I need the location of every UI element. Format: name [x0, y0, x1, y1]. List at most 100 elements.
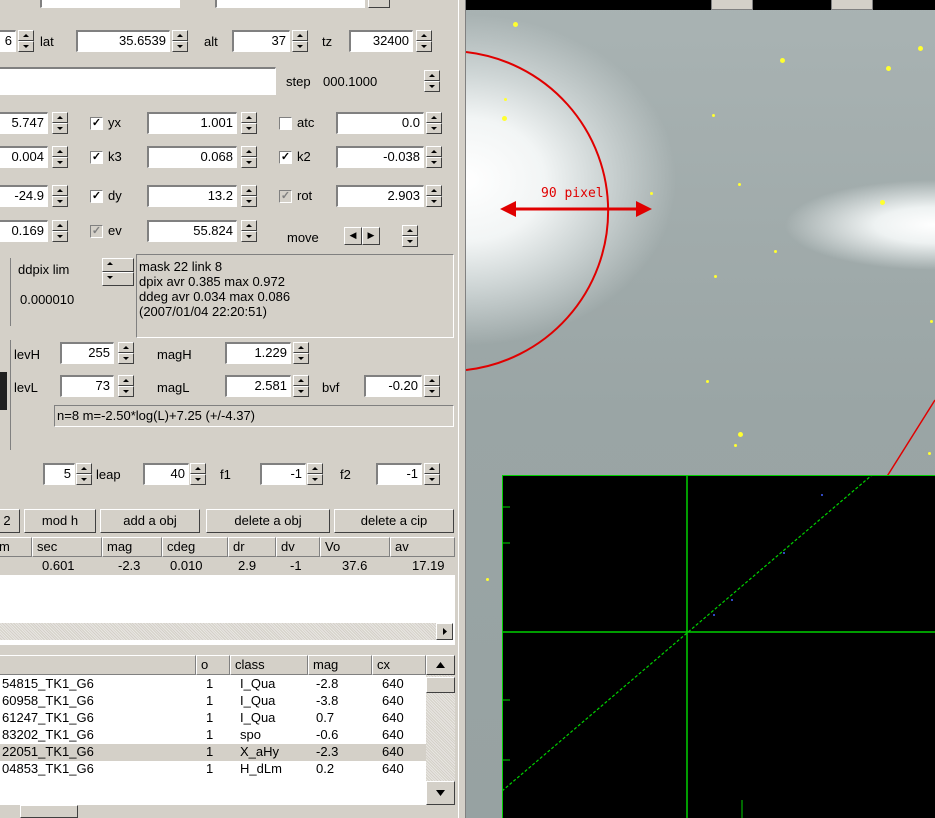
add-obj-button[interactable]: add a obj	[100, 509, 200, 533]
row1-partial-field[interactable]: 6	[0, 30, 16, 52]
match-scroll-right-button[interactable]	[436, 623, 453, 640]
atc-field[interactable]: 0.0	[336, 112, 424, 134]
match-header-m[interactable]: m	[0, 537, 32, 557]
delete-obj-button[interactable]: delete a obj	[206, 509, 330, 533]
magL-spinner[interactable]	[293, 375, 309, 397]
objects-header-o[interactable]: o	[196, 655, 230, 675]
k2-field[interactable]: -0.038	[336, 146, 424, 168]
atc-checkbox[interactable]	[279, 117, 292, 130]
object-row[interactable]: 60958_TK1_G6 1 I_Qua -3.8 640	[0, 693, 426, 710]
leap-field[interactable]: 40	[143, 463, 189, 485]
ev-spinner[interactable]	[241, 220, 257, 242]
k3-checkbox[interactable]: ✓	[90, 151, 103, 164]
dy-left-spinner[interactable]	[52, 185, 68, 207]
partial-button[interactable]: 2	[0, 509, 20, 533]
top-button[interactable]	[368, 0, 390, 8]
object-o-cell: 1	[206, 761, 214, 776]
move-left-button[interactable]: ◀	[344, 227, 362, 245]
f1-field[interactable]: -1	[260, 463, 306, 485]
k3-left-field[interactable]: 0.004	[0, 146, 48, 168]
magL-field[interactable]: 2.581	[225, 375, 291, 397]
top-field-2[interactable]	[215, 0, 365, 8]
magH-spinner[interactable]	[293, 342, 309, 364]
objects-scroll-thumb[interactable]	[426, 677, 455, 693]
move-right-button[interactable]: ▶	[362, 227, 380, 245]
bvf-field[interactable]: -0.20	[364, 375, 422, 397]
object-row[interactable]: 61247_TK1_G6 1 I_Qua 0.7 640	[0, 710, 426, 727]
objects-hscroll-thumb[interactable]	[20, 805, 78, 818]
lat-spinner[interactable]	[172, 30, 188, 52]
match-header-dv[interactable]: dv	[276, 537, 320, 557]
f2-spinner[interactable]	[424, 463, 440, 485]
rot-spinner[interactable]	[426, 185, 442, 207]
levL-spinner[interactable]	[118, 375, 134, 397]
yx-left-spinner[interactable]	[52, 112, 68, 134]
row1-partial-spinner[interactable]	[18, 30, 34, 52]
ev-left-spinner[interactable]	[52, 220, 68, 242]
object-row[interactable]: 04853_TK1_G6 1 H_dLm 0.2 640	[0, 761, 426, 778]
yx-left-field[interactable]: 5.747	[0, 112, 48, 134]
match-header-vo[interactable]: Vo	[320, 537, 390, 557]
top-field-1[interactable]	[40, 0, 180, 8]
match-header-mag[interactable]: mag	[102, 537, 162, 557]
tz-spinner[interactable]	[416, 30, 432, 52]
k3-left-spinner[interactable]	[52, 146, 68, 168]
magH-field[interactable]: 1.229	[225, 342, 291, 364]
objects-hscrollbar[interactable]	[0, 805, 455, 818]
objects-scroll-up-button[interactable]	[426, 655, 455, 675]
tz-field[interactable]: 32400	[349, 30, 413, 52]
dy-field[interactable]: 13.2	[147, 185, 237, 207]
objects-vscrollbar[interactable]	[426, 655, 455, 805]
rot-field[interactable]: 2.903	[336, 185, 424, 207]
yx-checkbox[interactable]: ✓	[90, 117, 103, 130]
dy-checkbox[interactable]: ✓	[90, 190, 103, 203]
alt-field[interactable]: 37	[232, 30, 290, 52]
dy-spinner[interactable]	[241, 185, 257, 207]
levH-spinner[interactable]	[118, 342, 134, 364]
object-row[interactable]: 83202_TK1_G6 1 spo -0.6 640	[0, 727, 426, 744]
yx-spinner[interactable]	[241, 112, 257, 134]
ddpix-spinner[interactable]	[102, 258, 134, 286]
objects-header-cx[interactable]: cx	[372, 655, 426, 675]
move-spinner[interactable]	[402, 225, 418, 247]
match-header-dr[interactable]: dr	[228, 537, 276, 557]
object-row[interactable]: 54815_TK1_G6 1 I_Qua -2.8 640	[0, 676, 426, 693]
pane-splitter[interactable]	[458, 0, 466, 818]
alt-spinner[interactable]	[292, 30, 308, 52]
match-header-sec[interactable]: sec	[32, 537, 102, 557]
dy-left-field[interactable]: -24.9	[0, 185, 48, 207]
ev-checkbox[interactable]: ✓	[90, 225, 103, 238]
match-header-av[interactable]: av	[390, 537, 455, 557]
lat-field[interactable]: 35.6539	[76, 30, 170, 52]
levL-field[interactable]: 73	[60, 375, 114, 397]
objects-scroll-down-button[interactable]	[426, 781, 455, 805]
k3-field[interactable]: 0.068	[147, 146, 237, 168]
k2-spinner[interactable]	[426, 146, 442, 168]
object-name-field[interactable]	[0, 67, 276, 95]
rot-checkbox[interactable]: ✓	[279, 190, 292, 203]
object-row[interactable]: 22051_TK1_G6 1 X_aHy -2.3 640	[0, 744, 426, 761]
ev-left-field[interactable]: 0.169	[0, 220, 48, 242]
leap-first-field[interactable]: 5	[43, 463, 75, 485]
yx-field[interactable]: 1.001	[147, 112, 237, 134]
ev-field[interactable]: 55.824	[147, 220, 237, 242]
objects-header-name[interactable]	[0, 655, 196, 675]
f1-spinner[interactable]	[307, 463, 323, 485]
leap-first-spinner[interactable]	[76, 463, 92, 485]
delete-cip-button[interactable]: delete a cip	[334, 509, 454, 533]
mod-h-button[interactable]: mod h	[24, 509, 96, 533]
image-view[interactable]: 90 pixel	[466, 0, 935, 818]
atc-spinner[interactable]	[426, 112, 442, 134]
f2-field[interactable]: -1	[376, 463, 422, 485]
objects-header-class[interactable]: class	[230, 655, 308, 675]
bvf-spinner[interactable]	[424, 375, 440, 397]
step-spinner[interactable]	[424, 70, 440, 92]
match-table-row[interactable]: 0.601 -2.3 0.010 2.9 -1 37.6 17.19	[0, 557, 455, 575]
k2-checkbox[interactable]: ✓	[279, 151, 292, 164]
match-header-cdeg[interactable]: cdeg	[162, 537, 228, 557]
leap-spinner[interactable]	[190, 463, 206, 485]
objects-header-mag[interactable]: mag	[308, 655, 372, 675]
levH-field[interactable]: 255	[60, 342, 114, 364]
match-hscrollbar[interactable]	[0, 623, 436, 640]
k3-spinner[interactable]	[241, 146, 257, 168]
